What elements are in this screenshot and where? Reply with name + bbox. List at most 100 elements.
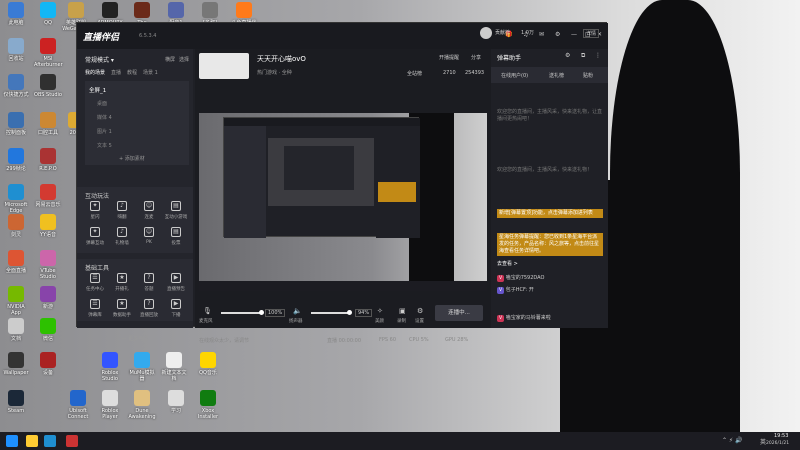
clock-time[interactable]: 19:53 — [774, 433, 788, 439]
file-explorer-icon[interactable] — [26, 435, 38, 447]
room-cover-thumbnail[interactable] — [199, 53, 249, 79]
desktop-icon[interactable]: Dune Awakening — [128, 390, 156, 420]
speaker-volume-value[interactable]: 94% — [355, 309, 373, 317]
avatar[interactable] — [480, 27, 492, 39]
gear-icon[interactable]: ⚙ — [555, 31, 560, 38]
speaker-icon[interactable]: 🔈 — [293, 307, 302, 315]
tool-tile[interactable]: ★ 数据助手 — [110, 299, 134, 318]
tool-tile[interactable]: ☺ PK — [137, 227, 161, 245]
desktop-icon[interactable]: Microsoft Edge — [2, 184, 30, 214]
source-item[interactable]: 媒体 4 — [97, 114, 112, 121]
tab-live[interactable]: 直播 — [111, 69, 121, 76]
mode-select[interactable]: 常规模式 ▾ — [85, 55, 114, 64]
room-title[interactable]: 天天开心喵ovO — [257, 54, 306, 64]
tab-my-scene[interactable]: 我的场景 — [85, 69, 105, 76]
desktop-icon[interactable]: MuMu模拟器 — [128, 352, 156, 382]
desktop-icon[interactable]: 微信 — [34, 318, 62, 342]
source-item[interactable]: 图片 1 — [97, 128, 112, 135]
mic-volume-value[interactable]: 100% — [265, 309, 286, 317]
live-app-taskbar-icon[interactable] — [66, 435, 78, 447]
settings-icon[interactable]: ⚙ — [417, 307, 423, 315]
chat-settings-icon[interactable]: ⚙ — [565, 52, 570, 59]
desktop-icon[interactable]: 文档 — [2, 318, 30, 342]
more-features-button[interactable]: — 更多功能 — [77, 335, 193, 342]
start-stream-button[interactable]: 连播中... — [435, 305, 483, 321]
tool-tile[interactable]: ▶ 直播预告 — [164, 273, 188, 292]
source-item[interactable]: 桌面 — [97, 100, 107, 107]
desktop-icon[interactable]: 剑灵 — [2, 214, 30, 238]
contrib-rank[interactable]: 贡献榜 — [495, 29, 510, 36]
desktop-icon[interactable]: QQ音乐 — [194, 352, 222, 376]
desktop-icon[interactable]: Ubisoft Connect — [64, 390, 92, 420]
speaker-volume-slider[interactable] — [311, 312, 351, 314]
tab-online-users[interactable]: 在线用户(0) — [501, 72, 528, 79]
beauty-icon[interactable]: ✧ — [377, 307, 383, 315]
desktop-icon[interactable]: Xbox Installer — [194, 390, 222, 420]
desktop-icon[interactable]: 回收站 — [2, 38, 30, 62]
desktop-icon[interactable]: VTube Studio — [34, 250, 62, 280]
tool-tile[interactable]: ? 直播回放 — [137, 299, 161, 318]
tool-tile[interactable]: ★ 开播礼 — [110, 273, 134, 292]
tool-tile[interactable]: ☰ 弹幕库 — [83, 299, 107, 318]
desktop-icon[interactable]: 全面直播 — [2, 250, 30, 274]
desktop-icon[interactable]: 此电脑 — [2, 2, 30, 26]
clock-date[interactable]: 2026/1/21 — [766, 441, 789, 446]
desktop-icon[interactable]: YY语音 — [34, 214, 62, 238]
add-source-button[interactable]: + 添加素材 — [119, 155, 145, 162]
tool-tile[interactable]: ✦ 弹幕互动 — [83, 227, 107, 246]
desktop-icon[interactable]: 网易云音乐 — [34, 184, 62, 208]
tool-tile[interactable]: ♪ 礼物墙 — [110, 227, 134, 246]
tab-gift-rank[interactable]: 送礼榜 — [549, 72, 564, 79]
speaker-volume-knob[interactable] — [347, 310, 352, 315]
tool-tile[interactable]: ✦ 星闪 — [83, 201, 107, 220]
minimize-icon[interactable]: — — [571, 31, 577, 38]
desktop-icon[interactable]: 仅快捷方式 — [2, 74, 30, 98]
mic-volume-slider[interactable] — [221, 312, 261, 314]
tool-tile[interactable]: ▤ 投票 — [164, 227, 188, 246]
desktop-icon[interactable]: MSI Afterburner — [34, 38, 63, 68]
mic-volume-knob[interactable] — [259, 310, 264, 315]
desktop-icon[interactable]: R.E.P.O — [34, 148, 62, 172]
tool-tile[interactable]: ☰ 任务中心 — [83, 273, 107, 292]
tab-scene-1[interactable]: 场景 1 — [143, 69, 158, 76]
chat-message-highlight[interactable]: 星海任务弹幕提醒：您已收到1条星海平台派发的任务，产品名称：风之旅等，点击前往星… — [497, 233, 603, 256]
desktop-icon[interactable]: 设备 — [34, 352, 62, 376]
record-icon[interactable]: ▣ — [399, 307, 406, 315]
tray-icons[interactable]: ⌃ ⚡ 🔊 — [722, 437, 743, 444]
desktop-icon[interactable]: Steam — [2, 390, 30, 414]
desktop-icon[interactable]: 299帧论 — [2, 148, 30, 172]
view-task-link[interactable]: 去查看 > — [497, 261, 603, 268]
tool-tile[interactable]: ♪ 嗨翻 — [110, 201, 134, 220]
share-button[interactable]: 分享 — [471, 54, 481, 61]
tab-tutorial[interactable]: 教程 — [127, 69, 137, 76]
live-reminder-button[interactable]: 开播提醒 — [439, 54, 459, 61]
chat-menu-icon[interactable]: ⋮ — [595, 52, 601, 59]
desktop-icon[interactable]: 控制面板 — [2, 112, 30, 136]
tool-tile[interactable]: ☺ 连麦 — [137, 201, 161, 220]
source-item[interactable]: 全屏_1 — [89, 86, 106, 94]
tool-tile[interactable]: ? 答题 — [137, 273, 161, 292]
select-button[interactable]: 选择 — [179, 56, 189, 63]
edit-button[interactable]: 横屏 — [165, 56, 175, 63]
desktop-icon[interactable]: 口腔工具 — [34, 112, 62, 136]
room-category[interactable]: 热门游戏 · 全种 — [257, 69, 292, 76]
desktop-icon[interactable]: 新建文本文档 — [160, 352, 188, 382]
mail-icon[interactable]: ✉ — [539, 31, 544, 38]
desktop-icon[interactable]: QQ — [34, 2, 62, 26]
edge-icon[interactable] — [44, 435, 56, 447]
desktop-icon[interactable]: Roblox Player — [96, 390, 124, 420]
chat-message-highlight[interactable]: 新增[弹幕置顶]功能，点击弹幕添加进列表 — [497, 209, 603, 218]
windows-start-icon[interactable] — [6, 435, 18, 447]
desktop-icon[interactable]: 新游 — [34, 286, 62, 310]
chat-popout-icon[interactable]: ⧉ — [581, 52, 585, 60]
tool-tile[interactable]: ▶ 下播 — [164, 299, 188, 318]
stream-preview[interactable] — [199, 113, 487, 291]
desktop-icon[interactable]: 学习 — [162, 390, 190, 414]
microphone-icon[interactable]: 🎙 — [203, 307, 212, 315]
desktop-icon[interactable]: NVIDIA App — [2, 286, 30, 316]
desktop-icon[interactable]: Wallpaper — [2, 352, 30, 376]
source-item[interactable]: 文本 5 — [97, 142, 112, 149]
desktop-icon[interactable]: OBS Studio — [34, 74, 62, 98]
detail-button[interactable]: 详情 — [583, 29, 600, 38]
hot-rank[interactable]: 全站榜 — [407, 70, 422, 77]
